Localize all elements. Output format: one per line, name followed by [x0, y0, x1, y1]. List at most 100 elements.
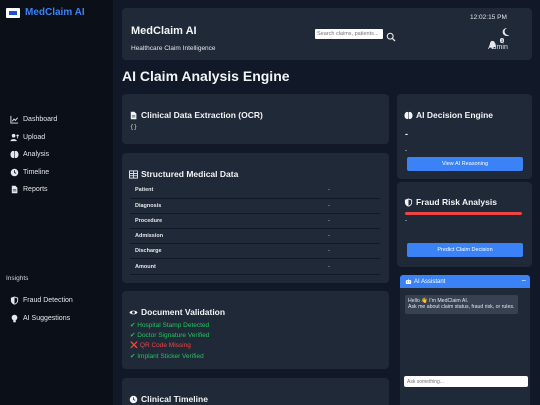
insights-section-title: Insights [6, 275, 29, 282]
fraud-title-text: Fraud Risk Analysis [416, 197, 497, 207]
eye-icon [129, 308, 138, 317]
table-row: Diagnosis - [130, 198, 380, 214]
ai-assistant-panel: AI Assistant − Hello 👋 I'm MedClaim AI. … [400, 275, 530, 405]
table-icon [129, 169, 138, 179]
row-label: Discharge [130, 243, 323, 260]
sidebar-item-fraud-detection[interactable]: Fraud Detection [10, 291, 73, 309]
moon-icon[interactable] [502, 24, 512, 36]
row-label: Patient [130, 183, 323, 199]
clock-icon [129, 395, 138, 404]
clock-icon [10, 168, 19, 177]
validation-item: ✔ Doctor Signature Verified [130, 332, 210, 340]
row-value: - [323, 198, 380, 214]
ai-assistant-title: AI Assistant [414, 278, 446, 285]
sidebar-item-label: Fraud Detection [23, 296, 73, 304]
fraud-card: Fraud Risk Analysis - Predict Claim Deci… [397, 182, 532, 267]
shield-icon [404, 198, 413, 207]
timeline-title-text: Clinical Timeline [141, 394, 208, 404]
timeline-card: Clinical Timeline [122, 378, 389, 405]
row-label: Admission [130, 228, 323, 245]
shield-icon [10, 296, 19, 305]
notification-badge: 3 [500, 38, 505, 43]
structured-data-title-text: Structured Medical Data [141, 169, 239, 179]
clock: 12:02:15 PM [470, 14, 507, 21]
sidebar-item-timeline[interactable]: Timeline [10, 164, 57, 182]
fraud-risk-fill [405, 212, 522, 215]
sidebar-item-label: Upload [23, 133, 46, 141]
predict-claim-decision-button[interactable]: Predict Claim Decision [407, 243, 523, 257]
validation-item: ✔ Hospital Stamp Detected [130, 322, 210, 329]
decision-value: - [405, 129, 408, 139]
decision-detail: - [405, 148, 407, 154]
minimize-button[interactable]: − [521, 276, 526, 285]
sidebar-item-ai-suggestions[interactable]: AI Suggestions [10, 309, 73, 327]
upload-user-icon [10, 133, 19, 142]
brain-icon [404, 111, 413, 120]
user-name[interactable]: Admin [488, 44, 508, 51]
brand-name: MedClaim AI [25, 7, 85, 18]
ocr-json-output: {} [130, 124, 138, 131]
chart-line-icon [10, 115, 19, 124]
sidebar-item-label: Reports [23, 186, 48, 194]
search-icon[interactable] [386, 29, 396, 42]
main-content: MedClaim AI Healthcare Claim Intelligenc… [113, 0, 540, 405]
file-icon [129, 111, 138, 120]
structured-data-title: Structured Medical Data [129, 169, 238, 179]
fraud-risk-bar [405, 212, 522, 215]
row-label: Amount [130, 258, 323, 275]
sidebar-item-reports[interactable]: Reports [10, 181, 57, 199]
sidebar: MedClaim AI Dashboard Upload Analysis Ti… [0, 0, 113, 405]
decision-title-text: AI Decision Engine [416, 110, 493, 120]
validation-list: ✔ Hospital Stamp Detected ✔ Doctor Signa… [130, 321, 210, 362]
validation-title-text: Document Validation [141, 307, 226, 317]
fraud-title: Fraud Risk Analysis [404, 197, 497, 207]
row-value: - [323, 183, 380, 199]
brand[interactable]: MedClaim AI [6, 7, 85, 18]
row-value: - [323, 243, 380, 260]
table-row: Discharge - [130, 243, 380, 260]
view-ai-reasoning-button[interactable]: View AI Reasoning [407, 157, 523, 171]
ocr-card-title: Clinical Data Extraction (OCR) [129, 110, 263, 120]
logo-icon [6, 7, 20, 18]
assistant-input[interactable] [404, 376, 528, 387]
ocr-card: Clinical Data Extraction (OCR) {} [122, 94, 389, 144]
validation-title: Document Validation [129, 307, 225, 317]
structured-data-card: Structured Medical Data Patient - Diagnos… [122, 153, 389, 283]
validation-item: ❌ QR Code Missing [130, 342, 191, 350]
table-row: Patient - [130, 183, 380, 199]
file-icon [10, 185, 19, 194]
sidebar-nav: Dashboard Upload Analysis Timeline Repor… [10, 111, 57, 199]
ai-assistant-header[interactable]: AI Assistant − [400, 275, 530, 288]
page-title: AI Claim Analysis Engine [122, 68, 290, 84]
structured-data-table: Patient - Diagnosis - Procedure - Admission… [130, 183, 380, 275]
row-value: - [323, 228, 380, 245]
validation-item: ✔ Implant Sticker Verified [130, 352, 204, 360]
decision-title: AI Decision Engine [404, 110, 493, 120]
sidebar-item-upload[interactable]: Upload [10, 129, 57, 147]
sidebar-item-label: Dashboard [23, 116, 58, 124]
robot-icon [405, 278, 412, 285]
decision-card: AI Decision Engine - - View AI Reasoning [397, 94, 532, 179]
fraud-risk-value: - [405, 218, 407, 224]
search-input[interactable] [315, 29, 383, 39]
table-row: Amount - [130, 258, 380, 275]
app-subtitle: Healthcare Claim Intelligence [131, 45, 216, 52]
table-row: Admission - [130, 228, 380, 245]
insights-nav: Fraud Detection AI Suggestions [10, 291, 73, 327]
timeline-title: Clinical Timeline [129, 394, 208, 404]
sidebar-item-label: Analysis [23, 151, 50, 159]
sidebar-item-label: Timeline [23, 168, 50, 176]
app-title: MedClaim AI [131, 25, 197, 37]
sidebar-item-dashboard[interactable]: Dashboard [10, 111, 57, 129]
row-label: Procedure [130, 213, 323, 230]
row-label: Diagnosis [130, 198, 323, 214]
lightbulb-icon [10, 314, 19, 323]
sidebar-item-label: AI Suggestions [23, 314, 71, 322]
validation-card: Document Validation ✔ Hospital Stamp Det… [122, 291, 389, 369]
table-row: Procedure - [130, 213, 380, 230]
sidebar-item-analysis[interactable]: Analysis [10, 146, 57, 164]
assistant-message-line: Ask me about claim status, fraud risk, o… [408, 304, 515, 311]
row-value: - [323, 258, 380, 275]
header: MedClaim AI Healthcare Claim Intelligenc… [122, 8, 532, 60]
brain-icon [10, 150, 19, 159]
